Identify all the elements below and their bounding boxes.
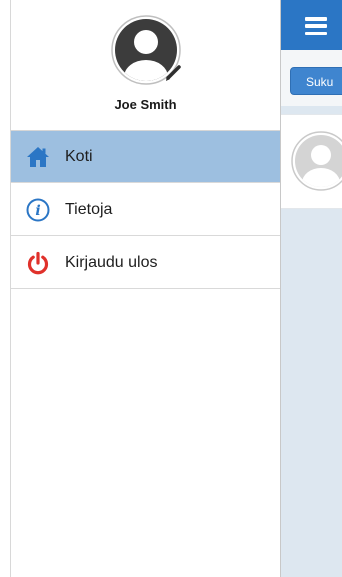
- filter-button[interactable]: Suku: [290, 67, 342, 95]
- app-header: [281, 0, 342, 50]
- avatar-placeholder-icon: [291, 131, 342, 191]
- info-icon: i: [25, 197, 51, 223]
- sidebar-item-info[interactable]: i Tietoja: [11, 184, 280, 236]
- filter-bar: Suku: [281, 50, 342, 106]
- hamburger-menu-icon[interactable]: [305, 17, 327, 35]
- power-icon: [25, 250, 51, 276]
- home-icon: [25, 144, 51, 170]
- sidebar-item-label: Kirjaudu ulos: [65, 253, 158, 271]
- list-item[interactable]: [281, 114, 342, 209]
- sidebar-item-logout[interactable]: Kirjaudu ulos: [11, 237, 280, 289]
- sidebar-item-label: Koti: [65, 147, 93, 165]
- sidebar-item-label: Tietoja: [65, 200, 113, 218]
- profile-name: Joe Smith: [114, 97, 177, 112]
- side-drawer: Joe Smith Koti i Tietoja Kirjaudu ulos: [10, 0, 281, 577]
- svg-text:i: i: [35, 203, 40, 219]
- sidebar-item-home[interactable]: Koti: [11, 131, 280, 183]
- avatar[interactable]: [110, 14, 182, 86]
- main-app-area: Suku: [281, 0, 342, 577]
- profile-header: Joe Smith: [11, 0, 280, 131]
